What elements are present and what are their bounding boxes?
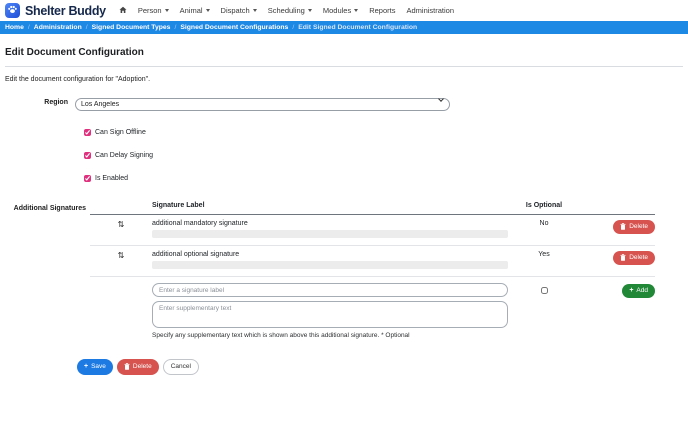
main-content: Edit Document Configuration Edit the doc… [0, 47, 688, 375]
intro-text: Edit the document configuration for "Ado… [5, 76, 151, 83]
chevron-down-icon [205, 9, 210, 12]
reorder-icon[interactable]: ⇅ [90, 220, 152, 229]
region-label: Region [44, 98, 68, 106]
supplementary-text-display [152, 261, 508, 269]
signatures-header-row: Signature Label Is Optional [90, 198, 655, 215]
home-icon [119, 6, 127, 16]
brand-name[interactable]: Shelter Buddy [25, 4, 106, 18]
paw-icon [7, 2, 18, 20]
breadcrumb-administration[interactable]: Administration [34, 24, 82, 31]
cancel-button[interactable]: Cancel [162, 359, 199, 375]
save-button[interactable]: + Save [77, 359, 113, 375]
chevron-down-icon [307, 9, 312, 12]
can-delay-signing-label: Can Delay Signing [95, 152, 153, 159]
nav-home[interactable] [119, 6, 127, 16]
nav-item-label: Scheduling [267, 6, 305, 15]
plus-icon: + [629, 287, 634, 295]
brand-logo[interactable] [5, 3, 20, 18]
add-signature-row: Specify any supplementary text which is … [90, 277, 655, 341]
nav-item-label: Dispatch [220, 6, 250, 15]
delete-signature-button[interactable]: Delete [613, 220, 655, 234]
nav-item-person[interactable]: Person [138, 6, 169, 15]
breadcrumb-separator: / [27, 24, 30, 31]
can-sign-offline-checkbox[interactable] [84, 129, 91, 136]
title-divider [5, 66, 683, 67]
breadcrumb-separator: / [174, 24, 177, 31]
delete-signature-button[interactable]: Delete [613, 251, 655, 265]
trash-icon [620, 254, 626, 262]
is-enabled-label: Is Enabled [95, 175, 129, 182]
signature-row: ⇅ additional mandatory signature No Dele… [90, 215, 655, 246]
is-enabled-checkbox[interactable] [84, 175, 91, 182]
signature-label-input[interactable] [152, 283, 508, 297]
is-optional-value: Yes [538, 251, 550, 258]
breadcrumb-signed-document-configurations[interactable]: Signed Document Configurations [180, 24, 288, 31]
trash-icon [620, 223, 626, 231]
region-select[interactable]: Los Angeles [75, 98, 450, 111]
plus-icon: + [84, 363, 89, 371]
column-header-signature-label: Signature Label [152, 202, 205, 209]
can-sign-offline-label: Can Sign Offline [95, 129, 146, 136]
breadcrumb-separator: / [85, 24, 88, 31]
nav-item-label: Administration [406, 6, 455, 15]
is-enabled-row: Is Enabled [84, 175, 683, 182]
signature-label-text: additional mandatory signature [152, 220, 248, 227]
trash-icon [124, 363, 130, 371]
breadcrumb-signed-document-types[interactable]: Signed Document Types [92, 24, 171, 31]
page-title: Edit Document Configuration [5, 47, 144, 58]
nav-item-reports[interactable]: Reports [369, 6, 395, 15]
cancel-button-label: Cancel [170, 363, 191, 370]
region-field-row: Region Los Angeles [5, 93, 683, 111]
signatures-table: Signature Label Is Optional ⇅ additional… [90, 198, 655, 341]
add-signature-button[interactable]: + Add [622, 284, 655, 298]
nav-item-label: Animal [179, 6, 203, 15]
delete-button-label: Delete [132, 363, 152, 370]
add-signature-label: Add [636, 287, 648, 294]
column-header-is-optional: Is Optional [525, 202, 563, 209]
delete-signature-label: Delete [629, 254, 648, 261]
nav-item-label: Modules [322, 6, 352, 15]
signature-label-text: additional optional signature [152, 251, 240, 258]
nav-item-animal[interactable]: Animal [180, 6, 210, 15]
nav-item-dispatch[interactable]: Dispatch [221, 6, 257, 15]
chevron-down-icon [252, 9, 257, 12]
main-nav: Person Animal Dispatch Scheduling Module… [119, 6, 454, 16]
nav-item-administration[interactable]: Administration [406, 6, 454, 15]
delete-button[interactable]: Delete [116, 359, 159, 375]
form-actions: + Save Delete Cancel [77, 359, 683, 375]
reorder-icon[interactable]: ⇅ [90, 251, 152, 260]
is-optional-value: No [539, 220, 549, 227]
is-optional-checkbox[interactable] [540, 287, 548, 294]
can-sign-offline-row: Can Sign Offline [84, 129, 683, 136]
supplementary-text-input[interactable] [152, 301, 508, 328]
breadcrumb-current-page: Edit Signed Document Configuration [298, 24, 418, 31]
top-navbar: Shelter Buddy Person Animal Dispatch Sch… [0, 0, 688, 21]
can-delay-signing-checkbox[interactable] [84, 152, 91, 159]
signature-row: ⇅ additional optional signature Yes Dele… [90, 246, 655, 277]
additional-signatures-section: Additional Signatures Signature Label Is… [5, 198, 683, 341]
nav-item-label: Person [137, 6, 162, 15]
breadcrumb-home[interactable]: Home [5, 24, 24, 31]
nav-item-scheduling[interactable]: Scheduling [268, 6, 312, 15]
save-button-label: Save [91, 363, 106, 370]
breadcrumb: Home / Administration / Signed Document … [0, 21, 688, 34]
additional-signatures-caption: Additional Signatures [13, 205, 86, 212]
chevron-down-icon [354, 9, 359, 12]
can-delay-signing-row: Can Delay Signing [84, 152, 683, 159]
delete-signature-label: Delete [629, 223, 648, 230]
supplementary-text-display [152, 230, 508, 238]
nav-item-label: Reports [369, 6, 396, 15]
chevron-down-icon [164, 9, 169, 12]
nav-item-modules[interactable]: Modules [322, 6, 359, 15]
supplementary-help-text: Specify any supplementary text which is … [152, 332, 410, 339]
breadcrumb-separator: / [292, 24, 295, 31]
